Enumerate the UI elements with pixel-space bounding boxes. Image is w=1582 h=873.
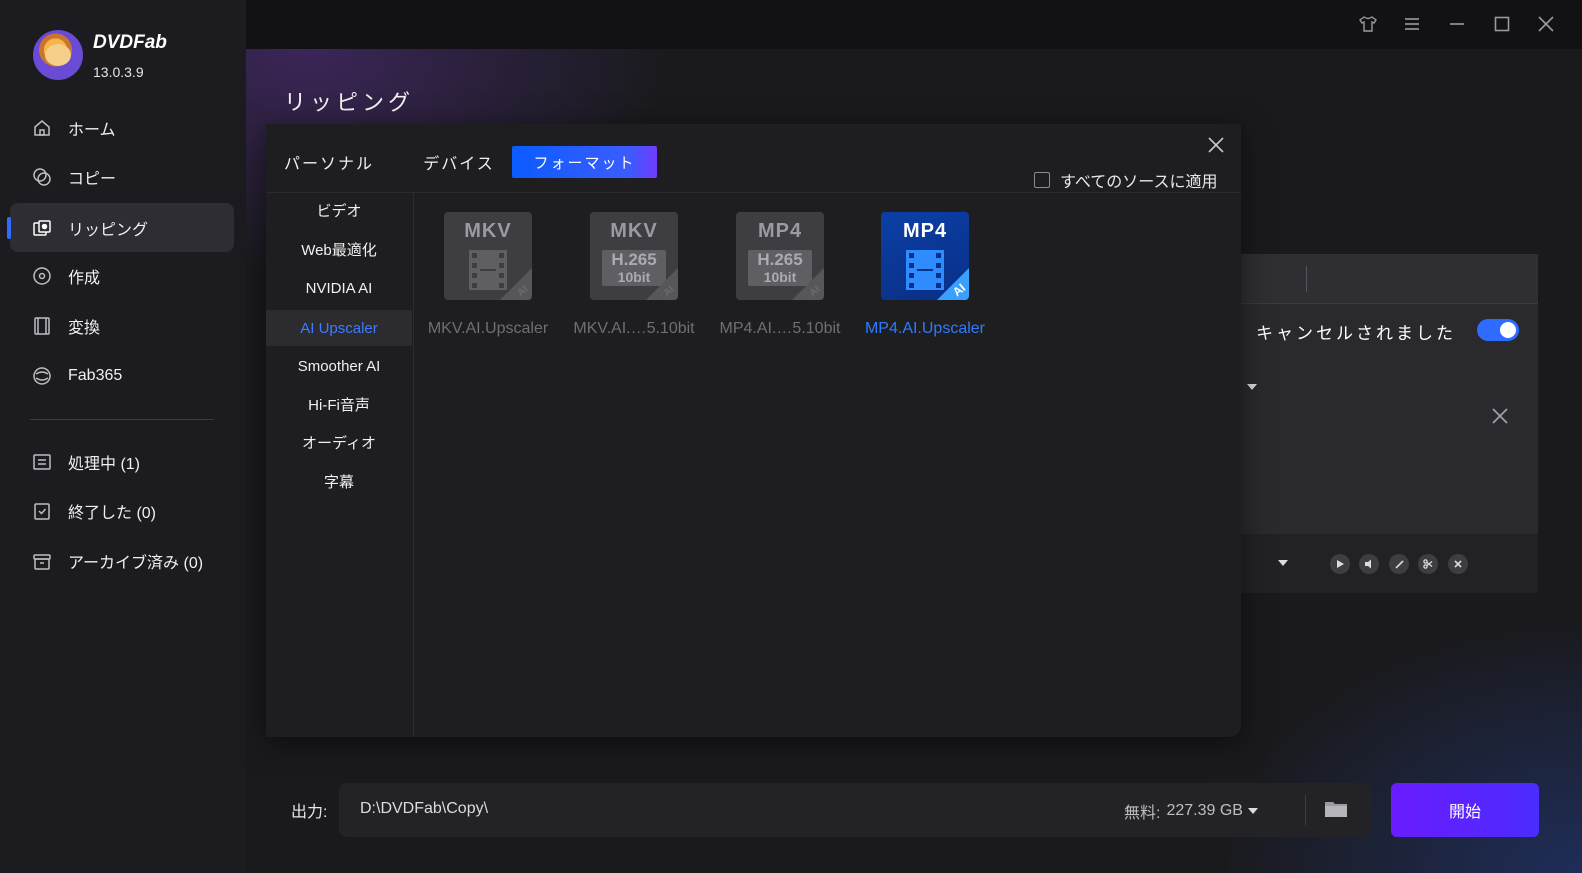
output-divider: [1305, 795, 1306, 825]
copy-icon: [32, 167, 52, 187]
audio-icon[interactable]: [1359, 554, 1379, 574]
processing-icon: [32, 452, 52, 472]
sidebar-item-label: リッピング: [68, 221, 149, 239]
tab-personal[interactable]: パーソナル: [282, 146, 376, 178]
creator-icon: [32, 266, 52, 286]
sidebar-item-label: 処理中 (1): [68, 455, 141, 473]
apply-all-label: すべてのソースに適用: [1060, 174, 1218, 191]
task-header: [1240, 254, 1538, 304]
shirt-icon[interactable]: [1355, 11, 1381, 37]
remove-task-icon[interactable]: [1490, 406, 1510, 426]
brand-name: DVDFab: [93, 32, 167, 53]
ripper-icon: [32, 218, 52, 238]
delete-icon[interactable]: [1448, 554, 1468, 574]
close-icon[interactable]: [1533, 11, 1559, 37]
output-path-field[interactable]: D:\DVDFab\Copy\ 無料: 227.39 GB: [339, 783, 1371, 837]
format-label: MP4.AI.…5.10bit: [719, 320, 841, 337]
format-tile-mp4-h265-10bit[interactable]: MP4 H.265 10bit AI MP4.AI.…5.10bit: [715, 212, 845, 338]
free-space-dropdown[interactable]: 無料: 227.39 GB: [1124, 799, 1258, 823]
task-status: キャンセルされました: [1256, 324, 1456, 343]
format-label: MKV.AI.…5.10bit: [573, 320, 695, 337]
sidebar-divider: [30, 419, 214, 420]
free-space-value: 227.39 GB: [1166, 802, 1243, 819]
sidebar-item-processing[interactable]: 処理中 (1): [10, 437, 234, 486]
category-ai-upscaler[interactable]: AI Upscaler: [266, 310, 412, 346]
finished-icon: [32, 501, 52, 521]
mp4-h265-format-icon: MP4 H.265 10bit AI: [736, 212, 824, 300]
format-tile-mkv-h265-10bit[interactable]: MKV H.265 10bit AI MKV.AI.…5.10bit: [569, 212, 699, 338]
output-path: D:\DVDFab\Copy\: [360, 800, 489, 817]
sidebar-item-label: Fab365: [68, 366, 123, 384]
format-tile-mp4-ai-upscaler[interactable]: MP4 AI MP4.AI.Upscaler: [860, 212, 990, 338]
sidebar-item-label: 作成: [68, 269, 101, 287]
home-icon: [32, 118, 52, 138]
sidebar-item-ripper[interactable]: リッピング: [7, 203, 234, 252]
sidebar-item-fab365[interactable]: Fab365: [10, 351, 234, 400]
category-video[interactable]: ビデオ: [266, 192, 412, 228]
checkbox-box[interactable]: [1034, 172, 1050, 188]
free-space-label: 無料:: [1124, 805, 1161, 822]
sidebar-item-finished[interactable]: 終了した (0): [10, 486, 234, 535]
archive-icon: [32, 551, 52, 571]
sidebar-item-copy[interactable]: コピー: [10, 152, 234, 201]
folder-icon[interactable]: [1323, 797, 1349, 821]
maximize-icon[interactable]: [1489, 11, 1515, 37]
fab365-icon: [32, 366, 52, 386]
app-window: DVDFab 13.0.3.9 ホーム コピー リッピング 作成 変換 Fab3…: [0, 0, 1582, 873]
apply-all-checkbox[interactable]: すべてのソースに適用: [1034, 168, 1217, 192]
dialog-close-icon[interactable]: [1206, 135, 1226, 155]
sidebar-item-creator[interactable]: 作成: [10, 251, 234, 300]
tab-format[interactable]: フォーマット: [512, 146, 657, 178]
start-button[interactable]: 開始: [1391, 783, 1539, 837]
sidebar-item-archived[interactable]: アーカイブ済み (0): [10, 536, 234, 585]
mkv-h265-format-icon: MKV H.265 10bit AI: [590, 212, 678, 300]
format-tile-mkv-ai-upscaler[interactable]: MKV AI MKV.AI.Upscaler: [423, 212, 553, 338]
task-panel: キャンセルされました: [1240, 254, 1538, 593]
minimize-icon[interactable]: [1444, 11, 1470, 37]
format-label: MP4.AI.Upscaler: [864, 320, 986, 337]
converter-icon: [32, 316, 52, 336]
dvdfab-logo: [33, 30, 83, 80]
page-title: リッピング: [284, 90, 415, 115]
category-hifi-audio[interactable]: Hi-Fi音声: [266, 386, 412, 422]
title-bar: [246, 0, 1582, 49]
app-version: 13.0.3.9: [93, 64, 144, 80]
category-smoother-ai[interactable]: Smoother AI: [266, 348, 412, 384]
category-audio[interactable]: オーディオ: [266, 424, 412, 460]
chevron-down-icon: [1247, 808, 1258, 814]
mp4-format-icon: MP4 AI: [881, 212, 969, 300]
profile-dialog: パーソナル デバイス フォーマット すべてのソースに適用 ビデオ Web最適化 …: [266, 124, 1241, 737]
edit-icon[interactable]: [1389, 554, 1409, 574]
dropdown-arrow-icon[interactable]: [1247, 384, 1257, 390]
category-web[interactable]: Web最適化: [266, 231, 412, 267]
tab-device[interactable]: デバイス: [416, 146, 502, 178]
category-subtitle[interactable]: 字幕: [266, 463, 412, 499]
menu-icon[interactable]: [1399, 11, 1425, 37]
sidebar: DVDFab 13.0.3.9 ホーム コピー リッピング 作成 変換 Fab3…: [0, 0, 246, 873]
category-nvidia-ai[interactable]: NVIDIA AI: [266, 270, 412, 306]
mkv-format-icon: MKV AI: [444, 212, 532, 300]
play-icon[interactable]: [1330, 554, 1350, 574]
sidebar-item-label: 変換: [68, 319, 101, 337]
sidebar-item-label: アーカイブ済み (0): [68, 554, 204, 572]
task-toolbar: [1240, 534, 1538, 593]
output-label: 出力:: [291, 804, 328, 821]
format-label: MKV.AI.Upscaler: [427, 320, 549, 337]
sidebar-item-converter[interactable]: 変換: [10, 301, 234, 350]
category-list: ビデオ Web最適化 NVIDIA AI AI Upscaler Smoothe…: [266, 192, 414, 737]
sidebar-item-label: コピー: [68, 170, 117, 188]
cut-icon[interactable]: [1418, 554, 1438, 574]
dropdown-arrow-icon[interactable]: [1278, 560, 1288, 566]
sidebar-item-label: 終了した (0): [68, 504, 157, 522]
sidebar-item-label: ホーム: [68, 121, 116, 139]
task-toggle[interactable]: [1477, 319, 1519, 341]
sidebar-item-home[interactable]: ホーム: [10, 103, 234, 152]
